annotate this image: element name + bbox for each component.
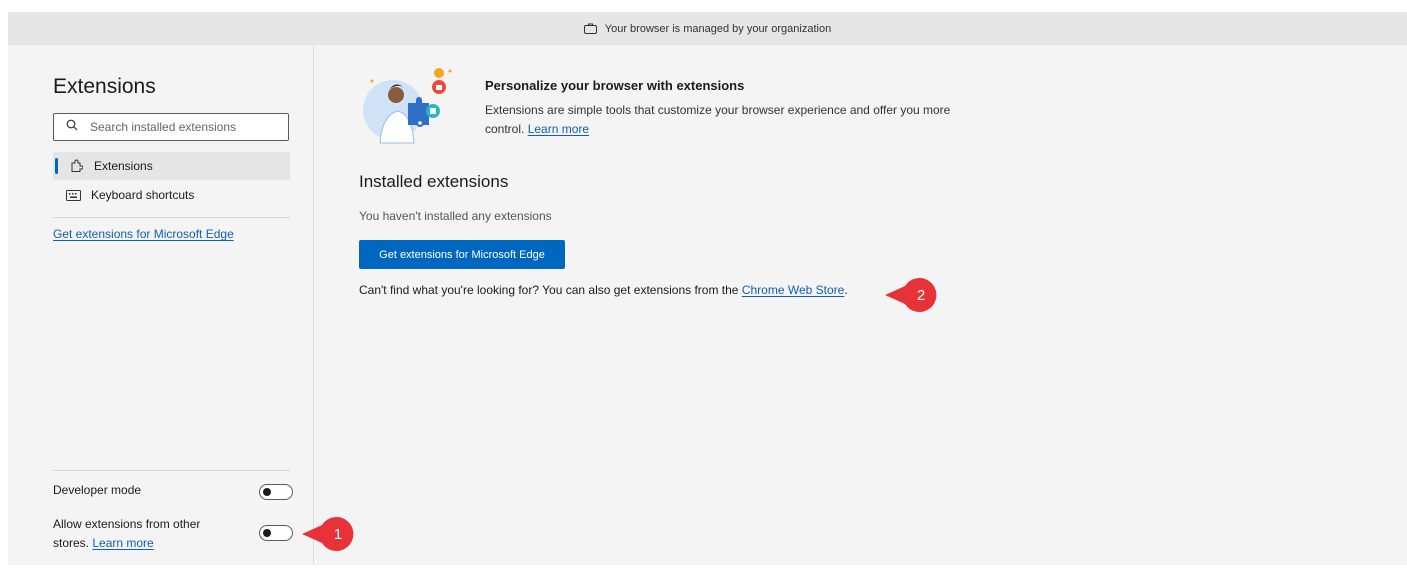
other-stores-learn-more-link[interactable]: Learn more: [92, 536, 153, 550]
other-stores-label: Allow extensions from other stores. Lear…: [53, 517, 201, 550]
other-stores-row: Allow extensions from other stores. Lear…: [53, 515, 293, 551]
hero-description: Extensions are simple tools that customi…: [485, 103, 951, 136]
sidebar-item-label: Extensions: [94, 159, 153, 173]
search-icon: [66, 118, 78, 136]
installed-extensions-title: Installed extensions: [359, 172, 509, 191]
extensions-page: Extensions Extensions Keyboard shortcuts…: [8, 45, 1407, 565]
chrome-web-store-link[interactable]: Chrome Web Store: [742, 283, 845, 297]
managed-browser-text: Your browser is managed by your organiza…: [604, 22, 832, 35]
developer-mode-row: Developer mode: [53, 483, 293, 503]
callout-number: 1: [334, 526, 342, 543]
sidebar-item-keyboard-shortcuts[interactable]: Keyboard shortcuts: [53, 181, 290, 209]
toggle-knob: [263, 529, 271, 537]
sidebar-item-extensions[interactable]: Extensions: [53, 152, 290, 180]
developer-mode-toggle[interactable]: [259, 484, 293, 500]
personalize-illustration: [358, 65, 468, 145]
sidebar-item-label: Keyboard shortcuts: [91, 188, 195, 202]
callout-number: 2: [917, 287, 925, 304]
sidebar-title: Extensions: [53, 75, 156, 98]
other-stores-toggle[interactable]: [259, 525, 293, 541]
managed-browser-banner: Your browser is managed by your organiza…: [8, 12, 1407, 45]
hero-title: Personalize your browser with extensions: [485, 78, 745, 93]
callout-marker-2: 2: [885, 278, 937, 312]
no-extensions-text: You haven't installed any extensions: [359, 209, 552, 223]
search-input[interactable]: [88, 119, 272, 135]
sidebar: Extensions Extensions Keyboard shortcuts…: [8, 45, 314, 565]
developer-mode-label: Developer mode: [53, 483, 142, 497]
active-indicator: [55, 158, 58, 174]
callout-marker-1: 1: [302, 517, 354, 551]
briefcase-icon: [583, 23, 597, 37]
sidebar-bottom-divider: [53, 470, 290, 471]
hero-learn-more-link[interactable]: Learn more: [528, 122, 589, 136]
chrome-store-text: Can't find what you're looking for? You …: [359, 283, 848, 297]
toggle-knob: [263, 488, 271, 496]
main-content: Personalize your browser with extensions…: [314, 45, 1407, 565]
extensions-icon: [68, 159, 84, 173]
sidebar-divider: [53, 217, 290, 218]
keyboard-icon: [65, 189, 81, 201]
search-box[interactable]: [53, 113, 289, 141]
get-extensions-sidebar-link[interactable]: Get extensions for Microsoft Edge: [53, 227, 234, 241]
get-extensions-button[interactable]: Get extensions for Microsoft Edge: [359, 240, 565, 269]
